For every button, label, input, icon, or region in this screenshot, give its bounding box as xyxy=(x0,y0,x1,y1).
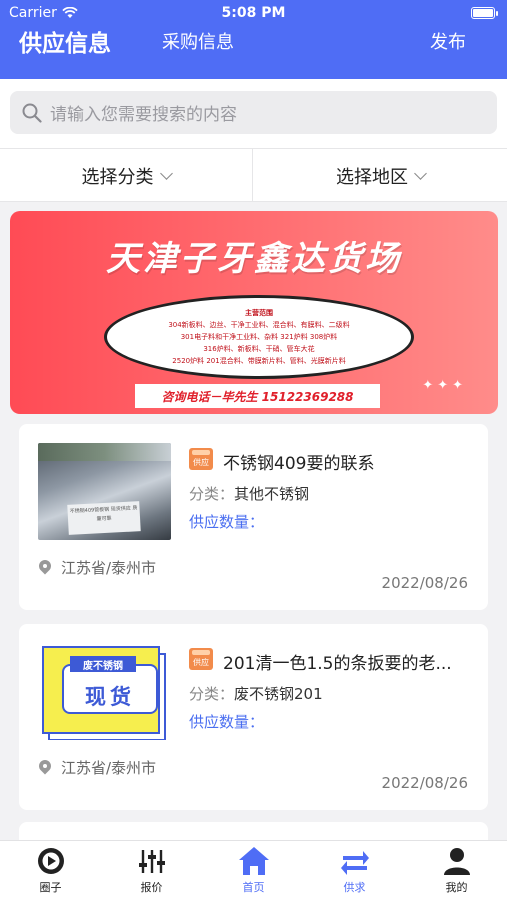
circle-play-icon xyxy=(37,848,64,874)
battery-icon xyxy=(471,7,498,19)
sparkle-icon: ✦✦✦ xyxy=(422,378,467,393)
supply-badge-icon: 供应 xyxy=(189,648,213,670)
bottom-tab-bar: 圈子 报价 首页 供求 我的 xyxy=(0,840,507,900)
listing-date: 2022/08/26 xyxy=(381,574,468,592)
listing-title: 不锈钢409要的联系 xyxy=(223,454,375,474)
promo-banner[interactable]: 天津子牙鑫达货场 主营范围 304新板料、边丝、干净工业料、混合料、有膜料、二级… xyxy=(10,211,498,414)
search-section: 请输入您需要搜索的内容 xyxy=(0,79,507,148)
home-icon xyxy=(238,847,269,875)
tab-label: 供求 xyxy=(343,881,366,894)
listing-quantity: 供应数量： xyxy=(189,513,265,531)
listing-location: 江苏省/泰州市 xyxy=(38,557,156,578)
category-filter[interactable]: 选择分类 xyxy=(0,149,253,202)
region-filter-label: 选择地区 xyxy=(336,166,408,188)
listing-category-value: 废不锈钢201 xyxy=(234,685,323,703)
thumbnail-big-text: 现货 xyxy=(85,685,135,709)
banner-scope-line: 2520炉料 201混合料、带膜新片料、管料、光膜新片料 xyxy=(172,357,346,365)
tab-supply-info[interactable]: 供应信息 xyxy=(19,24,111,58)
region-filter[interactable]: 选择地区 xyxy=(254,149,507,202)
listing-card[interactable]: 废不锈钢 现货 供应 201清一色1.5的条扳要的老... 分类：废不锈钢201… xyxy=(19,624,488,810)
user-icon xyxy=(443,848,470,875)
status-bar: Carrier 5:08 PM xyxy=(0,4,507,24)
banner-scope-line: 301电子料和干净工业料、杂料 321炉料 308炉料 xyxy=(180,333,338,341)
thumbnail-caption: 不锈钢409管板钢 现货供应 质量可靠 xyxy=(67,501,141,535)
location-pin-icon xyxy=(38,760,52,776)
top-bar: Carrier 5:08 PM 供应信息 采购信息 发布 xyxy=(0,0,507,79)
tab-label: 首页 xyxy=(242,881,265,894)
tab-label: 圈子 xyxy=(39,881,62,894)
banner-scope-oval: 主营范围 304新板料、边丝、干净工业料、混合料、有膜料、二级料 301电子料和… xyxy=(104,295,414,379)
status-time: 5:08 PM xyxy=(221,5,286,21)
listing-thumbnail: 废不锈钢 现货 xyxy=(38,643,171,740)
banner-scope-line: 316炉料、新板料、干硝、管车大花 xyxy=(203,345,315,353)
listing-card[interactable]: 不锈钢409管板钢 现货供应 质量可靠 供应 不锈钢409要的联系 分类：其他不… xyxy=(19,424,488,610)
banner-phone: 咨询电话－毕先生 15122369288 xyxy=(135,384,380,408)
listing-thumbnail: 不锈钢409管板钢 现货供应 质量可靠 xyxy=(38,443,171,540)
listing-quantity: 供应数量： xyxy=(189,713,265,731)
category-filter-label: 选择分类 xyxy=(81,166,154,188)
tab-supply-demand[interactable]: 供求 xyxy=(304,841,405,900)
banner-headline: 天津子牙鑫达货场 xyxy=(106,239,402,279)
tab-home[interactable]: 首页 xyxy=(203,841,304,900)
search-input[interactable]: 请输入您需要搜索的内容 xyxy=(10,91,497,134)
listing-title: 201清一色1.5的条扳要的老... xyxy=(223,654,452,674)
listing-location: 江苏省/泰州市 xyxy=(38,757,156,778)
listing-category-value: 其他不锈钢 xyxy=(234,485,310,503)
listing-category: 分类：废不锈钢201 xyxy=(189,685,323,703)
banner-scope-line: 主营范围 xyxy=(245,309,273,317)
swap-arrows-icon xyxy=(340,851,369,875)
tab-quote[interactable]: 报价 xyxy=(101,841,202,900)
thumbnail-tag: 废不锈钢 xyxy=(70,656,136,672)
listing-category: 分类：其他不锈钢 xyxy=(189,485,310,503)
tab-purchase-info[interactable]: 采购信息 xyxy=(162,28,234,54)
filter-bar: 选择分类 选择地区 xyxy=(0,148,507,202)
search-icon xyxy=(22,103,42,123)
banner-scope-line: 304新板料、边丝、干净工业料、混合料、有膜料、二级料 xyxy=(168,321,350,329)
tab-label: 报价 xyxy=(140,881,163,894)
listing-date: 2022/08/26 xyxy=(381,774,468,792)
supply-badge-icon: 供应 xyxy=(189,448,213,470)
sliders-icon xyxy=(138,850,165,873)
tab-label: 我的 xyxy=(445,881,468,894)
tab-mine[interactable]: 我的 xyxy=(406,841,507,900)
listing-location-text: 江苏省/泰州市 xyxy=(61,559,157,577)
chevron-down-icon xyxy=(159,166,173,180)
location-pin-icon xyxy=(38,560,52,576)
chevron-down-icon xyxy=(414,166,427,180)
listing-location-text: 江苏省/泰州市 xyxy=(61,759,157,777)
tab-circle[interactable]: 圈子 xyxy=(0,841,101,900)
search-placeholder: 请输入您需要搜索的内容 xyxy=(50,105,237,125)
publish-button[interactable]: 发布 xyxy=(430,28,466,54)
